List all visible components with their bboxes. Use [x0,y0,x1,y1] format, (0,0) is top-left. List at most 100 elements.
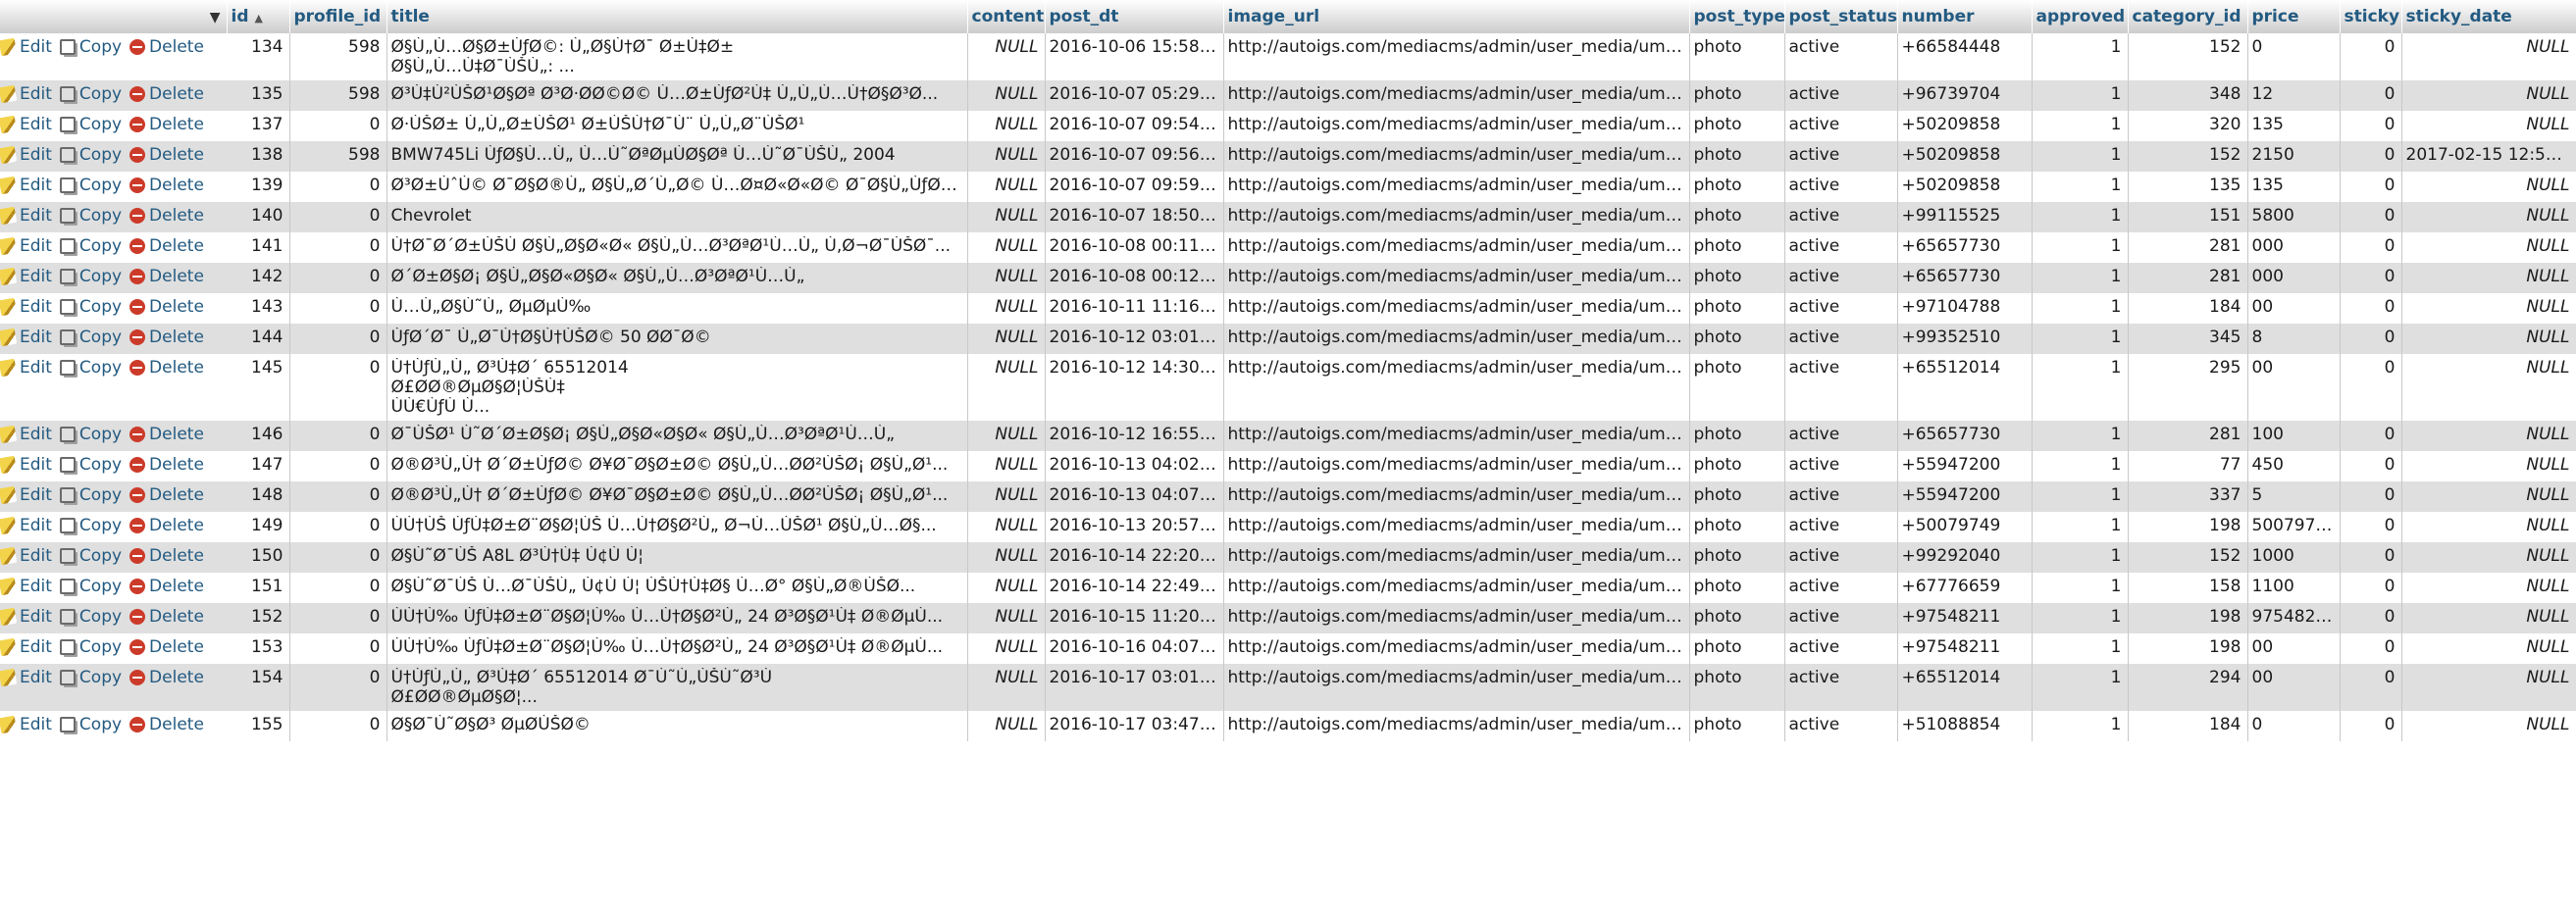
delete-icon[interactable] [129,269,146,284]
cell-sticky-date[interactable]: NULL [2401,111,2576,141]
column-header-post-status[interactable]: post_status [1784,0,1898,33]
column-header-category-id[interactable]: category_id [2128,0,2248,33]
cell-image-url[interactable]: http://autoigs.com/mediacms/admin/user_m… [1223,111,1690,141]
cell-post-dt[interactable]: 2016-10-07 09:54:59 [1045,111,1224,141]
cell-sticky-date[interactable]: NULL [2401,451,2576,481]
cell-sticky[interactable]: 0 [2340,573,2402,603]
cell-post-dt[interactable]: 2016-10-07 05:29:54 [1045,80,1224,111]
cell-price[interactable]: 000 [2247,232,2341,263]
cell-post-status[interactable]: active [1784,542,1898,573]
copy-icon[interactable] [59,670,76,685]
cell-approved[interactable]: 1 [2032,202,2129,232]
cell-sticky[interactable]: 0 [2340,232,2402,263]
cell-post-dt[interactable]: 2016-10-12 16:55:51 [1045,421,1224,451]
cell-content[interactable]: NULL [967,451,1046,481]
cell-post-status[interactable]: active [1784,512,1898,542]
pencil-icon[interactable] [0,328,18,347]
delete-icon[interactable] [129,117,146,132]
copy-link[interactable]: Copy [59,145,122,165]
cell-image-url[interactable]: http://autoigs.com/mediacms/admin/user_m… [1223,451,1690,481]
cell-price[interactable]: 5 [2247,481,2341,512]
cell-category-id[interactable]: 152 [2128,33,2248,80]
cell-title[interactable]: Ø·ÙŠØ± Ù„Ù„Ø±ÙŠØ¹ Ø±ÙŠÙ†Ø¯Ù¨ Ù„Ù„Ø¨ÙŠØ¹ [386,111,968,141]
cell-approved[interactable]: 1 [2032,232,2129,263]
cell-id[interactable]: 145 [227,354,290,421]
cell-approved[interactable]: 1 [2032,141,2129,172]
cell-sticky-date[interactable]: NULL [2401,603,2576,633]
cell-sticky[interactable]: 0 [2340,542,2402,573]
cell-category-id[interactable]: 135 [2128,172,2248,202]
column-header-price[interactable]: price [2247,0,2341,33]
cell-sticky-date[interactable]: NULL [2401,573,2576,603]
cell-sticky-date[interactable]: NULL [2401,512,2576,542]
cell-category-id[interactable]: 295 [2128,354,2248,421]
cell-post-status[interactable]: active [1784,573,1898,603]
cell-number[interactable]: +99115525 [1897,202,2033,232]
cell-number[interactable]: +65657730 [1897,232,2033,263]
cell-image-url[interactable]: http://autoigs.com/mediacms/admin/user_m… [1223,512,1690,542]
column-header-sticky-date[interactable]: sticky_date [2401,0,2576,33]
cell-profile-id[interactable]: 0 [289,421,387,451]
cell-content[interactable]: NULL [967,111,1046,141]
delete-icon[interactable] [129,457,146,473]
cell-approved[interactable]: 1 [2032,172,2129,202]
pencil-icon[interactable] [0,637,18,657]
delete-icon[interactable] [129,86,146,102]
cell-content[interactable]: NULL [967,80,1046,111]
cell-content[interactable]: NULL [967,354,1046,421]
edit-link[interactable]: Edit [0,236,52,256]
cell-sticky[interactable]: 0 [2340,141,2402,172]
cell-sticky[interactable]: 0 [2340,202,2402,232]
cell-content[interactable]: NULL [967,324,1046,354]
cell-sticky-date[interactable]: NULL [2401,481,2576,512]
cell-title[interactable]: Ø§Ù˜Ø¯ÙŠ Ù…Ø¯ÙŠÙ„ Ù¢Ù Ù¦ ÙŠÙ†Ù‡Ø§ Ù…Ø° Ø… [386,573,968,603]
cell-sticky-date[interactable]: 2017-02-15 12:59:40 [2401,141,2576,172]
delete-icon[interactable] [129,639,146,655]
cell-approved[interactable]: 1 [2032,711,2129,741]
cell-title[interactable]: Ø®Ø³Ù„Ù† Ø´Ø±ÙƒØ© Ø¥Ø¯Ø§Ø±Ø© Ø§Ù„Ù…ØØ²ÙŠ… [386,481,968,512]
cell-post-dt[interactable]: 2016-10-13 20:57:46 [1045,512,1224,542]
pencil-icon[interactable] [0,577,18,596]
cell-sticky-date[interactable]: NULL [2401,80,2576,111]
cell-sticky-date[interactable]: NULL [2401,711,2576,741]
copy-icon[interactable] [59,238,76,254]
cell-post-status[interactable]: active [1784,263,1898,293]
copy-link[interactable]: Copy [59,115,122,134]
cell-category-id[interactable]: 198 [2128,512,2248,542]
cell-id[interactable]: 138 [227,141,290,172]
column-header-post-type[interactable]: post_type [1689,0,1785,33]
cell-profile-id[interactable]: 598 [289,80,387,111]
delete-link[interactable]: Delete [129,455,204,475]
cell-sticky[interactable]: 0 [2340,711,2402,741]
cell-title[interactable]: Ø®Ø³Ù„Ù† Ø´Ø±ÙƒØ© Ø¥Ø¯Ø§Ø±Ø© Ø§Ù„Ù…ØØ²ÙŠ… [386,451,968,481]
copy-link[interactable]: Copy [59,358,122,378]
cell-title[interactable]: Ù…Ù„Ø§Ù˜Ù„ ØµØµÙ‰ [386,293,968,324]
cell-sticky-date[interactable]: NULL [2401,324,2576,354]
cell-profile-id[interactable]: 0 [289,111,387,141]
cell-post-status[interactable]: active [1784,421,1898,451]
cell-profile-id[interactable]: 0 [289,263,387,293]
copy-link[interactable]: Copy [59,637,122,657]
cell-content[interactable]: NULL [967,141,1046,172]
cell-category-id[interactable]: 337 [2128,481,2248,512]
edit-link[interactable]: Edit [0,577,52,596]
cell-post-type[interactable]: photo [1689,172,1785,202]
edit-link[interactable]: Edit [0,455,52,475]
cell-id[interactable]: 154 [227,664,290,711]
copy-link[interactable]: Copy [59,485,122,505]
cell-price[interactable]: 50079749 [2247,512,2341,542]
edit-link[interactable]: Edit [0,485,52,505]
edit-link[interactable]: Edit [0,84,52,104]
cell-category-id[interactable]: 77 [2128,451,2248,481]
cell-content[interactable]: NULL [967,293,1046,324]
cell-title[interactable]: Ø§Ù˜Ø¯ÙŠ A8L Ø³Ù†Ù‡ Ù¢Ù Ù¦ [386,542,968,573]
cell-category-id[interactable]: 184 [2128,293,2248,324]
edit-link[interactable]: Edit [0,358,52,378]
cell-id[interactable]: 134 [227,33,290,80]
column-header-profile-id[interactable]: profile_id [289,0,387,33]
delete-icon[interactable] [129,717,146,732]
cell-post-dt[interactable]: 2016-10-07 09:59:37 [1045,172,1224,202]
pencil-icon[interactable] [0,668,18,687]
cell-approved[interactable]: 1 [2032,542,2129,573]
cell-sticky[interactable]: 0 [2340,664,2402,711]
